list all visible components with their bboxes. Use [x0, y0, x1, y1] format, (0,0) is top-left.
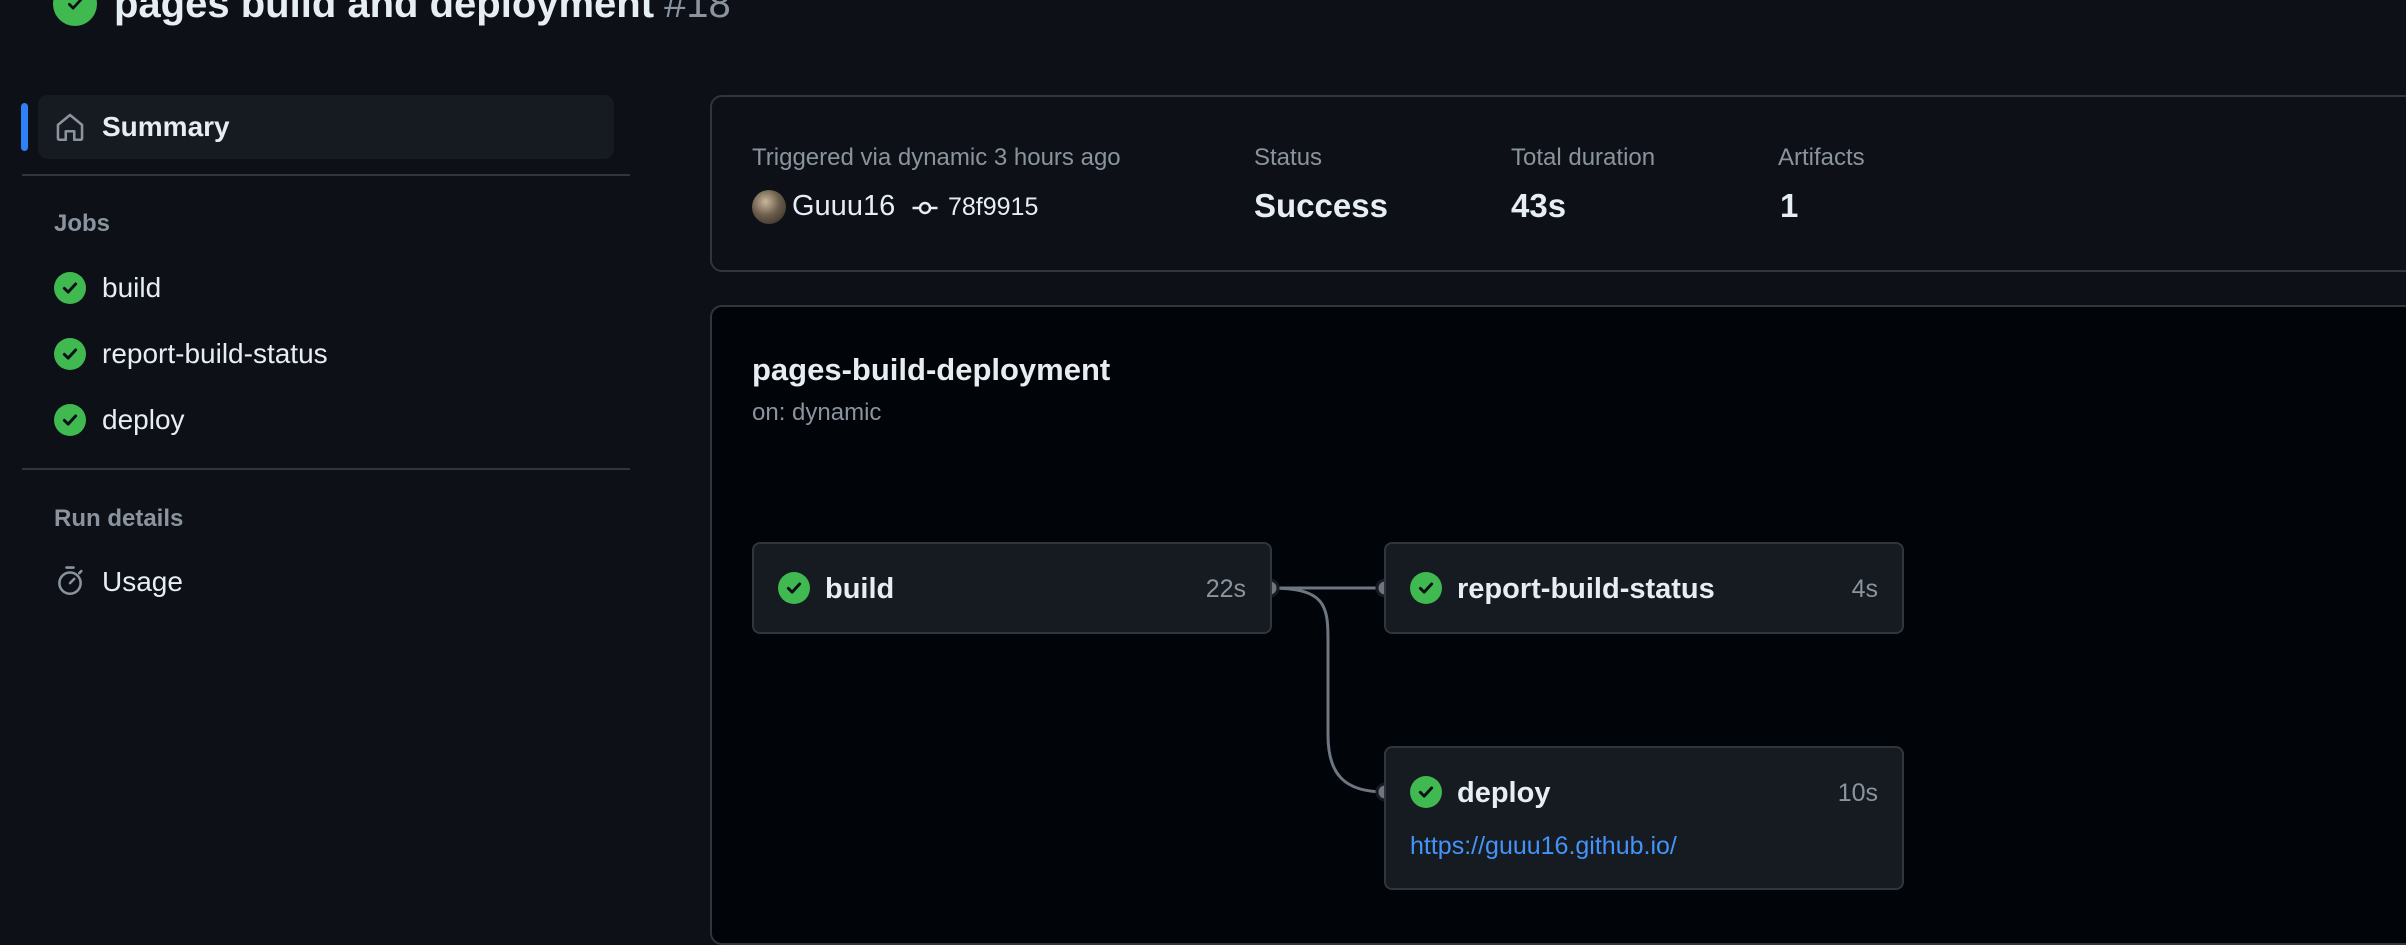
success-check-icon — [778, 572, 810, 604]
job-node-build[interactable]: build 22s — [752, 542, 1272, 634]
job-duration: 22s — [1205, 575, 1246, 603]
job-node-report-build-status[interactable]: report-build-status 4s — [1384, 542, 1904, 634]
job-node-deploy[interactable]: deploy 10s https://guuu16.github.io/ — [1384, 746, 1904, 890]
job-name: deploy — [1457, 777, 1551, 809]
job-duration: 4s — [1851, 575, 1878, 603]
success-check-icon — [1410, 572, 1442, 604]
job-name: report-build-status — [1457, 573, 1715, 605]
success-check-icon — [1410, 776, 1442, 808]
deployment-url-link[interactable]: https://guuu16.github.io/ — [1410, 832, 1677, 861]
graph-connectors — [1260, 578, 1395, 802]
job-duration: 10s — [1837, 779, 1878, 807]
job-name: build — [825, 573, 895, 605]
